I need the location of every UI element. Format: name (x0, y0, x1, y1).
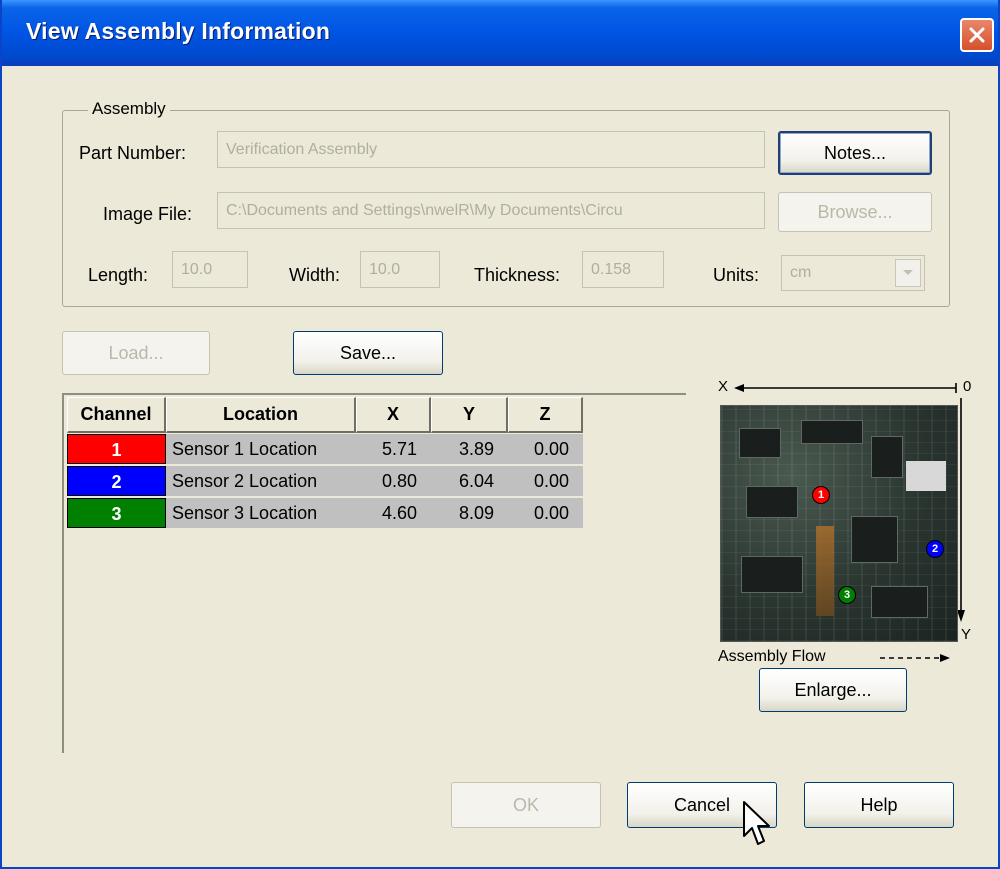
component (851, 516, 898, 563)
save-button-label: Save... (339, 343, 397, 363)
origin-label: 0 (963, 378, 972, 395)
image-file-label: Image File: (103, 204, 193, 224)
width-field[interactable]: 10.0 (360, 251, 440, 288)
window-title: View Assembly Information (26, 18, 331, 44)
location-cell[interactable]: Sensor 2 Location (166, 466, 356, 496)
help-button-label: Help (860, 795, 898, 815)
notes-button[interactable]: Notes... (778, 131, 932, 175)
column-header-channel[interactable]: Channel (67, 397, 166, 433)
dropdown-arrow-icon[interactable] (895, 259, 921, 287)
enlarge-button-label: Enlarge... (794, 680, 872, 700)
browse-button-label: Browse... (817, 202, 893, 222)
part-number-field[interactable]: Verification Assembly (217, 131, 765, 168)
thickness-field[interactable]: 0.158 (582, 251, 664, 288)
component (871, 586, 928, 618)
title-bar[interactable]: View Assembly Information (2, 0, 998, 66)
component (741, 556, 803, 593)
close-button[interactable] (960, 18, 994, 52)
flow-arrow-icon (880, 654, 950, 662)
column-header-z[interactable]: Z (508, 397, 583, 433)
assembly-group-label: Assembly (88, 99, 170, 119)
ok-button-label: OK (512, 795, 539, 815)
ok-button[interactable]: OK (451, 782, 601, 828)
channel-cell[interactable]: 3 (67, 498, 166, 528)
enlarge-button[interactable]: Enlarge... (759, 668, 907, 712)
separator-line (442, 393, 686, 395)
channel-cell[interactable]: 2 (67, 466, 166, 496)
save-button[interactable]: Save... (293, 331, 443, 375)
units-select-value: cm (790, 264, 812, 281)
assembly-dialog: View Assembly Information Assembly Part … (0, 0, 1000, 869)
help-button[interactable]: Help (804, 782, 954, 828)
load-button[interactable]: Load... (62, 331, 210, 375)
channel-cell[interactable]: 1 (67, 434, 166, 464)
notes-button-label: Notes... (823, 143, 887, 163)
column-header-x[interactable]: X (356, 397, 431, 433)
length-field[interactable]: 10.0 (172, 251, 248, 288)
x-axis-arrow-icon (734, 383, 957, 393)
units-select[interactable]: cm (781, 255, 925, 291)
width-label: Width: (289, 265, 341, 285)
column-header-y[interactable]: Y (431, 397, 508, 433)
thickness-label: Thickness: (474, 265, 561, 285)
mouse-cursor-icon (743, 801, 770, 845)
units-label: Units: (713, 265, 760, 285)
x-cell[interactable]: 0.80 (356, 466, 431, 496)
y-cell[interactable]: 6.04 (431, 466, 508, 496)
location-cell[interactable]: Sensor 1 Location (166, 434, 356, 464)
component (739, 428, 781, 458)
z-cell[interactable]: 0.00 (508, 466, 583, 496)
sensor-marker-2[interactable]: 2 (926, 540, 944, 558)
y-cell[interactable]: 8.09 (431, 498, 508, 528)
label-sticker (906, 461, 946, 491)
load-button-label: Load... (108, 343, 164, 363)
length-label: Length: (88, 265, 149, 285)
component (871, 436, 903, 478)
close-icon (969, 27, 985, 43)
column-header-location[interactable]: Location (166, 397, 356, 433)
z-cell[interactable]: 0.00 (508, 434, 583, 464)
assembly-image[interactable]: 1 2 3 (720, 405, 958, 642)
component (746, 486, 798, 518)
y-axis-label: Y (961, 626, 972, 643)
component (801, 420, 863, 444)
z-cell[interactable]: 0.00 (508, 498, 583, 528)
x-cell[interactable]: 5.71 (356, 434, 431, 464)
location-cell[interactable]: Sensor 3 Location (166, 498, 356, 528)
part-number-label: Part Number: (79, 143, 187, 163)
image-file-field[interactable]: C:\Documents and Settings\nwelR\My Docum… (217, 192, 765, 229)
x-cell[interactable]: 4.60 (356, 498, 431, 528)
sensor-marker-3[interactable]: 3 (838, 586, 856, 604)
sensor-marker-1[interactable]: 1 (812, 486, 830, 504)
y-cell[interactable]: 3.89 (431, 434, 508, 464)
assembly-flow-label: Assembly Flow (718, 648, 826, 665)
x-axis-label: X (718, 378, 729, 395)
browse-button[interactable]: Browse... (778, 192, 932, 232)
cable (816, 526, 834, 616)
